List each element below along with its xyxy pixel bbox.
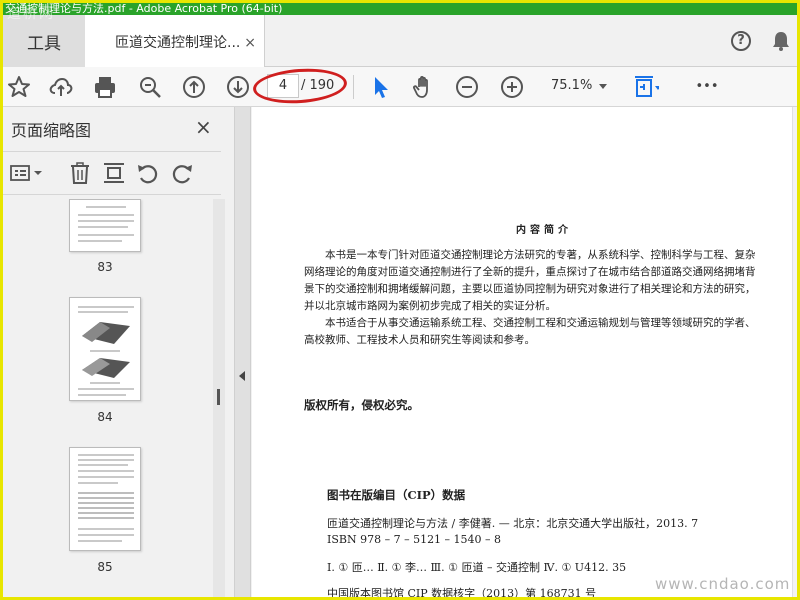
- window-frame: 交通控制理论与方法.pdf - Adobe Acrobat Pro (64-bi…: [0, 0, 800, 600]
- tab-tools-label: 工具: [27, 33, 61, 54]
- intro-heading: 内容简介: [516, 225, 572, 236]
- panel-toolbar: [3, 151, 221, 195]
- thumbnail-page-number: 85: [97, 560, 113, 574]
- previous-page-icon[interactable]: [180, 73, 208, 101]
- rotate-right-icon[interactable]: [169, 160, 195, 186]
- print-icon[interactable]: [91, 73, 119, 101]
- copyright-notice: 版权所有，侵权必究。: [304, 398, 419, 412]
- watermark-top: 道桥网: [7, 6, 55, 22]
- insert-page-icon[interactable]: [101, 160, 127, 186]
- next-page-icon[interactable]: [224, 73, 252, 101]
- cip-heading: 图书在版编目（CIP）数据: [327, 488, 466, 502]
- panel-close-icon[interactable]: ×: [195, 115, 212, 139]
- thumbnail-page-number: 84: [97, 410, 113, 424]
- upload-cloud-icon[interactable]: [47, 73, 75, 101]
- document-view: 内容简介 本书是一本专门针对匝道交通控制理论方法研究的专著，从系统科学、控制科学…: [252, 107, 797, 600]
- more-tools-icon[interactable]: •••: [693, 73, 721, 101]
- rotate-left-icon[interactable]: [135, 160, 161, 186]
- star-icon[interactable]: [5, 73, 33, 101]
- thumbnail-page[interactable]: [69, 199, 141, 252]
- page-fit-icon[interactable]: [631, 73, 661, 101]
- cip-line: Ⅰ. ① 匝… Ⅱ. ① 李… Ⅲ. ① 匝道 – 交通控制 Ⅳ. ① U412…: [327, 561, 627, 574]
- hand-tool-icon[interactable]: [410, 73, 438, 101]
- help-icon[interactable]: ?: [731, 31, 751, 51]
- collapse-arrow-icon[interactable]: [239, 371, 245, 381]
- tab-document[interactable]: 匝道交通控制理论... ×: [85, 15, 265, 68]
- select-cursor-icon[interactable]: [367, 73, 395, 101]
- intro-paragraph-1: 本书是一本专门针对匝道交通控制理论方法研究的专著，从系统科学、控制科学与工程、复…: [304, 249, 756, 312]
- zoom-dropdown-caret-icon[interactable]: [599, 84, 607, 89]
- tab-close-icon[interactable]: ×: [244, 35, 256, 51]
- zoom-out-search-icon[interactable]: [136, 73, 164, 101]
- zoom-out-icon[interactable]: [453, 73, 481, 101]
- thumbnail-page[interactable]: [69, 447, 141, 551]
- delete-page-icon[interactable]: [67, 160, 93, 186]
- thumbnail-list: 83 84 85: [3, 199, 213, 597]
- thumbnail-panel: 页面缩略图 × 83 84 85: [3, 107, 235, 597]
- panel-collapse-handle[interactable]: [235, 107, 251, 597]
- red-annotation-ellipse: [251, 65, 349, 107]
- thumbnail-options-icon[interactable]: [9, 160, 45, 186]
- toolbar-divider: [353, 75, 354, 99]
- tab-bar: 工具 匝道交通控制理论... × ?: [3, 15, 797, 68]
- cip-line: 中国版本图书馆 CIP 数据核字（2013）第 168731 号: [327, 587, 597, 600]
- cip-line: 匝道交通控制理论与方法 / 李健著. — 北京：北京交通大学出版社，2013. …: [327, 517, 699, 530]
- thumbnail-page-number: 83: [97, 260, 113, 274]
- intro-paragraph-2: 本书适合于从事交通运输系统工程、交通控制工程和交通运输规划与管理等领域研究的学者…: [304, 317, 756, 346]
- bell-icon[interactable]: [772, 31, 790, 51]
- title-bar: 交通控制理论与方法.pdf - Adobe Acrobat Pro (64-bi…: [3, 3, 797, 15]
- tab-document-label: 匝道交通控制理论...: [115, 34, 241, 51]
- document-scrollbar[interactable]: [792, 107, 797, 597]
- watermark-bottom: www.cndao.com: [655, 575, 791, 593]
- cip-line: ISBN 978 – 7 – 5121 – 1540 – 8: [327, 533, 502, 546]
- thumbnail-scrollbar-thumb[interactable]: [217, 389, 220, 405]
- thumbnail-page[interactable]: [69, 297, 141, 401]
- panel-title: 页面缩略图: [11, 121, 92, 140]
- main-toolbar: 4 / 190 75.1% •••: [3, 65, 797, 107]
- zoom-in-icon[interactable]: [498, 73, 526, 101]
